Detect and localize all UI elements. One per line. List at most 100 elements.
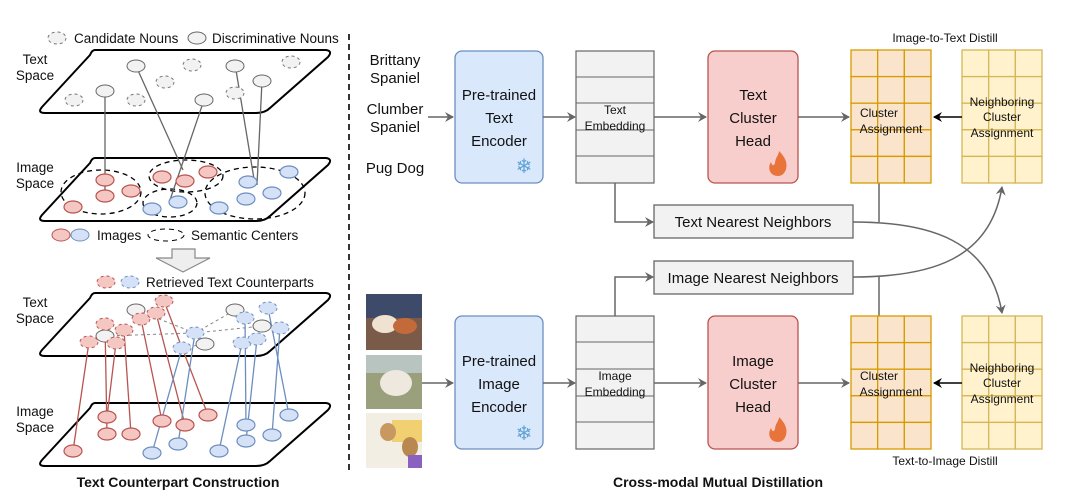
legend-semantic-centers: Semantic Centers	[191, 228, 299, 243]
image-encoder-box: Pre-trained Image Encoder ❄	[454, 315, 544, 450]
grid-cell	[1014, 315, 1043, 344]
text-encoder-box: Pre-trained Text Encoder ❄	[454, 50, 544, 184]
svg-text:Text: Text	[485, 110, 513, 127]
svg-text:Cluster: Cluster	[729, 110, 777, 127]
svg-text:Head: Head	[735, 399, 771, 416]
right-panel: Brittany Spaniel Clumber Spaniel Pug Dog…	[366, 31, 1043, 490]
grid-cell	[1014, 155, 1043, 184]
grid-cell	[1014, 49, 1043, 78]
grid-cell	[903, 395, 932, 424]
retrieved-blue-legend-icon	[120, 275, 140, 289]
svg-text:Embedding: Embedding	[585, 119, 646, 133]
arrow-icon	[614, 183, 654, 227]
text-space-label: Text	[23, 52, 48, 67]
neighboring-assignment-label: Assignment	[971, 126, 1034, 140]
left-panel: Candidate Nouns Discriminative Nouns Tex…	[16, 31, 339, 490]
text-nearest-neighbors-box: Text Nearest Neighbors	[653, 204, 854, 239]
retrieved-red-legend-icon	[96, 275, 116, 289]
legend-images: Images	[97, 228, 142, 243]
down-arrow-icon	[155, 248, 211, 273]
grid-cell	[877, 395, 905, 424]
legend-discriminative-nouns: Discriminative Nouns	[212, 31, 339, 46]
grid-cell	[903, 49, 932, 78]
image-space-label: Image	[16, 160, 54, 175]
svg-text:Encoder: Encoder	[471, 133, 527, 150]
discriminative-noun-legend-icon	[187, 31, 207, 45]
grid-cell	[877, 75, 905, 104]
grid-cell	[850, 49, 879, 78]
text-space-label: Text	[23, 295, 48, 310]
legend-retrieved-text-counterparts: Retrieved Text Counterparts	[146, 275, 314, 290]
neighboring-assignment-label: Assignment	[971, 392, 1034, 406]
grid-cell	[850, 421, 879, 450]
snowflake-icon: ❄	[516, 421, 533, 445]
left-panel-title: Text Counterpart Construction	[77, 474, 280, 490]
grid-cell	[961, 155, 990, 184]
neighboring-assignment-label: Neighboring	[970, 361, 1035, 375]
text-space-label: Space	[16, 311, 54, 326]
svg-text:Image Nearest Neighbors: Image Nearest Neighbors	[668, 270, 839, 287]
grid-cell	[903, 155, 932, 184]
text-space-label: Space	[16, 68, 54, 83]
right-panel-title: Cross-modal Mutual Distillation	[613, 474, 823, 490]
grid-cell	[850, 75, 879, 104]
semantic-center-legend-icon	[147, 228, 185, 242]
svg-text:Encoder: Encoder	[471, 399, 527, 416]
diagram: Candidate Nouns Discriminative Nouns Tex…	[16, 31, 1043, 490]
svg-text:Pre-trained: Pre-trained	[462, 353, 536, 370]
svg-text:Image: Image	[478, 376, 520, 393]
text-to-image-distill-label: Text-to-Image Distill	[892, 454, 997, 468]
grid-cell	[850, 341, 879, 370]
grid-cell	[988, 49, 1016, 78]
image-embedding-stack: Image Embedding	[575, 315, 655, 450]
input-text-brittany: Spaniel	[370, 70, 420, 87]
neighboring-assignment-label: Neighboring	[970, 95, 1035, 109]
svg-text:Image: Image	[732, 353, 774, 370]
cluster-assignment-label: Assignment	[860, 385, 923, 399]
grid-cell	[877, 341, 905, 370]
grid-cell	[903, 341, 932, 370]
neighboring-assignment-label: Cluster	[983, 376, 1021, 390]
grid-cell	[850, 155, 879, 184]
image-space-label: Space	[16, 420, 54, 435]
grid-cell	[961, 49, 990, 78]
candidate-noun-legend-icon	[47, 31, 67, 45]
grid-cell	[961, 421, 990, 450]
image-to-text-distill-label: Image-to-Text Distill	[892, 31, 997, 45]
svg-text:Text: Text	[604, 103, 627, 117]
blue-image-legend-icon	[70, 228, 90, 242]
neighboring-assignment-label: Cluster	[983, 110, 1021, 124]
image-space-label: Space	[16, 176, 54, 191]
svg-text:Pre-trained: Pre-trained	[462, 87, 536, 104]
input-text-clumber: Clumber	[367, 101, 424, 118]
svg-text:Image: Image	[598, 369, 632, 383]
grid-cell	[850, 395, 879, 424]
input-images	[366, 294, 422, 468]
input-text-brittany: Brittany	[370, 52, 421, 69]
cluster-assignment-label: Cluster	[860, 369, 898, 383]
svg-text:Text Nearest Neighbors: Text Nearest Neighbors	[675, 214, 832, 231]
grid-cell	[988, 315, 1016, 344]
grid-cell	[877, 49, 905, 78]
image-space-label: Image	[16, 404, 54, 419]
text-nn-to-image-neighbor-arrow	[852, 221, 1006, 314]
arrow-icon	[614, 272, 654, 316]
input-text-clumber: Spaniel	[370, 119, 420, 136]
grid-cell	[903, 75, 932, 104]
grid-cell	[1014, 421, 1043, 450]
red-image-legend-icon	[51, 228, 71, 242]
svg-text:Embedding: Embedding	[585, 385, 646, 399]
grid-cell	[877, 315, 905, 344]
cluster-assignment-label: Cluster	[860, 106, 898, 120]
text-embedding-stack: Text Embedding	[575, 50, 655, 184]
grid-cell	[961, 315, 990, 344]
image-nearest-neighbors-box: Image Nearest Neighbors	[653, 260, 854, 295]
image-nn-to-text-neighbor-arrow	[852, 186, 1006, 278]
cluster-assignment-label: Assignment	[860, 122, 923, 136]
grid-cell	[988, 155, 1016, 184]
grid-cell	[850, 315, 879, 344]
grid-cell	[988, 421, 1016, 450]
image-cluster-head-box: Image Cluster Head	[707, 315, 799, 450]
text-cluster-head-box: Text Cluster Head	[707, 50, 799, 184]
svg-text:Cluster: Cluster	[729, 376, 777, 393]
